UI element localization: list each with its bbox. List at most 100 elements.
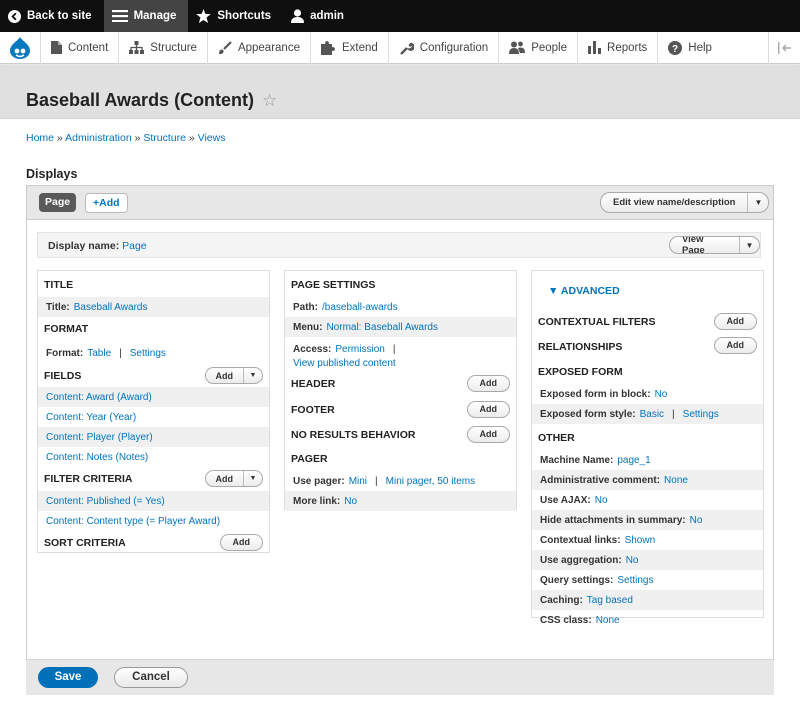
advanced-toggle[interactable]: ▼ ADVANCED [548, 285, 620, 297]
admin-menu-tray: Content Structure Appearance Extend Conf… [0, 31, 800, 64]
exposed-block-link[interactable]: No [655, 389, 668, 400]
footer-section-heading: FOOTER Add [285, 397, 516, 422]
pager-options-link[interactable]: Mini pager, 50 items [386, 476, 476, 487]
filter-link-published[interactable]: Content: Published (= Yes) [46, 496, 165, 507]
form-actions: Save Cancel [26, 659, 774, 695]
bar-chart-icon [588, 41, 602, 54]
other-link-hide-attachments[interactable]: No [690, 515, 703, 526]
other-link-use-ajax[interactable]: No [595, 495, 608, 506]
format-link[interactable]: Table [87, 348, 111, 359]
breadcrumb-administration[interactable]: Administration [65, 132, 132, 144]
other-link-machine-name[interactable]: page_1 [617, 455, 650, 466]
left-column: TITLE Title: Baseball Awards FORMAT Form… [37, 270, 270, 553]
field-link-notes[interactable]: Content: Notes (Notes) [46, 452, 148, 463]
other-row: Contextual links: Shown [532, 530, 763, 550]
add-display-button[interactable]: +Add [85, 193, 128, 213]
save-button[interactable]: Save [38, 667, 98, 688]
format-settings-link[interactable]: Settings [130, 348, 166, 359]
other-link-use-aggregation[interactable]: No [626, 555, 639, 566]
menu-help[interactable]: ? Help [657, 31, 722, 64]
collapse-tray-icon[interactable] [768, 31, 800, 64]
menu-link[interactable]: Normal: Baseball Awards [326, 322, 438, 333]
menu-people[interactable]: People [498, 31, 577, 64]
format-section-heading: FORMAT [44, 323, 89, 335]
field-link-award[interactable]: Content: Award (Award) [46, 392, 152, 403]
other-link-css-class[interactable]: None [596, 615, 620, 626]
access-link[interactable]: Permission [335, 344, 384, 355]
exposed-style-label: Exposed form style: [540, 408, 636, 420]
other-link-admin-comment[interactable]: None [664, 475, 688, 486]
relationships-add-button[interactable]: Add [713, 337, 757, 354]
other-row: Use aggregation: No [532, 550, 763, 570]
field-link-player[interactable]: Content: Player (Player) [46, 432, 153, 443]
contextual-filters-heading: CONTEXTUAL FILTERS Add [532, 309, 763, 334]
other-label: Use aggregation: [540, 554, 622, 566]
filter-add-dropbutton[interactable]: Add ▼ [204, 470, 263, 487]
view-published-link[interactable]: View published content [293, 358, 396, 369]
breadcrumb-structure[interactable]: Structure [143, 132, 186, 144]
view-page-dropbutton[interactable]: View Page ▼ [669, 236, 760, 254]
exposed-style-settings-link[interactable]: Settings [683, 409, 719, 420]
menu-row: Menu: Normal: Baseball Awards [285, 317, 516, 337]
drupal-logo-icon[interactable] [0, 32, 40, 64]
shortcut-star-icon[interactable]: ☆ [262, 91, 277, 111]
menu-reports-label: Reports [607, 41, 648, 54]
fields-add-dropbutton[interactable]: Add ▼ [204, 367, 263, 384]
access-row: Access: Permission | [293, 344, 396, 355]
use-pager-label: Use pager: [293, 475, 345, 487]
footer-add-button[interactable]: Add [466, 401, 510, 418]
view-page-button[interactable]: View Page [670, 237, 740, 253]
other-link-contextual-links[interactable]: Shown [625, 535, 656, 546]
menu-reports[interactable]: Reports [577, 31, 657, 64]
view-published-row: View published content [285, 355, 516, 371]
other-label: Query settings: [540, 574, 614, 586]
contextual-filters-add-button[interactable]: Add [713, 313, 757, 330]
menu-structure[interactable]: Structure [118, 31, 207, 64]
menu-label: Menu: [293, 321, 323, 333]
filter-link-content-type[interactable]: Content: Content type (= Player Award) [46, 516, 220, 527]
use-pager-link[interactable]: Mini [349, 476, 367, 487]
back-to-site-link[interactable]: Back to site [0, 0, 104, 32]
cancel-button[interactable]: Cancel [114, 667, 188, 688]
relationships-label: RELATIONSHIPS [538, 341, 623, 353]
chevron-down-icon[interactable]: ▼ [740, 241, 759, 250]
breadcrumb-views[interactable]: Views [198, 132, 226, 144]
chevron-down-icon[interactable]: ▼ [244, 475, 262, 482]
page-header: Baseball Awards (Content) ☆ [0, 65, 800, 119]
breadcrumb-home[interactable]: Home [26, 132, 54, 144]
other-link-caching[interactable]: Tag based [587, 595, 633, 606]
menu-extend[interactable]: Extend [309, 31, 388, 64]
menu-appearance[interactable]: Appearance [206, 31, 310, 64]
path-link[interactable]: /baseball-awards [322, 302, 398, 313]
menu-content[interactable]: Content [40, 31, 118, 64]
other-section-heading: OTHER [538, 432, 575, 444]
menu-help-label: Help [688, 41, 712, 54]
header-add-button[interactable]: Add [466, 375, 510, 392]
more-link-link[interactable]: No [344, 496, 357, 507]
edit-view-name-button[interactable]: Edit view name/description [601, 193, 749, 212]
chevron-down-icon[interactable]: ▼ [748, 198, 768, 207]
display-tabs: Page +Add Edit view name/description ▼ [27, 186, 773, 220]
exposed-form-heading: EXPOSED FORM [538, 366, 623, 378]
help-icon: ? [668, 40, 683, 55]
user-tab[interactable]: admin [283, 0, 356, 32]
other-link-query-settings[interactable]: Settings [617, 575, 653, 586]
filter-add-button[interactable]: Add [206, 471, 244, 486]
no-results-add-button[interactable]: Add [466, 426, 510, 443]
displays-heading: Displays [26, 167, 78, 181]
menu-configuration[interactable]: Configuration [387, 31, 498, 64]
exposed-style-link[interactable]: Basic [640, 409, 664, 420]
tab-page[interactable]: Page [39, 193, 77, 212]
edit-view-name-dropbutton[interactable]: Edit view name/description ▼ [600, 192, 770, 213]
chevron-down-icon[interactable]: ▼ [244, 372, 262, 379]
menu-people-label: People [531, 41, 568, 54]
other-label: Use AJAX: [540, 494, 591, 506]
shortcuts-tab[interactable]: Shortcuts [188, 0, 283, 32]
field-link-year[interactable]: Content: Year (Year) [46, 412, 136, 423]
manage-tab[interactable]: Manage [103, 0, 189, 32]
middle-column: PAGE SETTINGS Path: /baseball-awards Men… [284, 270, 517, 511]
fields-add-button[interactable]: Add [206, 368, 244, 383]
title-link[interactable]: Baseball Awards [74, 302, 148, 313]
display-name-link[interactable]: Page [122, 240, 147, 252]
sort-add-button[interactable]: Add [219, 534, 263, 551]
